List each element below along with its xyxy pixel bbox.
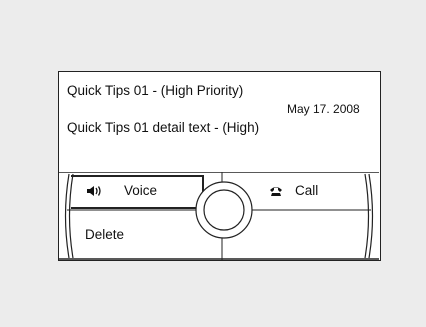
device-screen: Quick Tips 01 - (High Priority) May 17. … [58,71,381,261]
message-date: May 17. 2008 [287,102,360,116]
delete-softkey-label: Delete [85,227,125,242]
call-softkey[interactable]: Call [229,174,369,206]
voice-softkey-label: Voice [124,183,158,198]
empty-softkey[interactable] [229,216,369,250]
message-title: Quick Tips 01 - (High Priority) [67,83,244,98]
voice-softkey[interactable]: Voice [67,174,203,206]
softkey-panel: Voice Call Delete [59,172,380,260]
center-select-button[interactable] [202,186,246,230]
delete-softkey[interactable]: Delete [67,216,203,250]
message-area: Quick Tips 01 - (High Priority) May 17. … [59,72,380,172]
message-detail: Quick Tips 01 detail text - (High) [67,120,260,135]
call-softkey-label: Call [295,183,319,198]
